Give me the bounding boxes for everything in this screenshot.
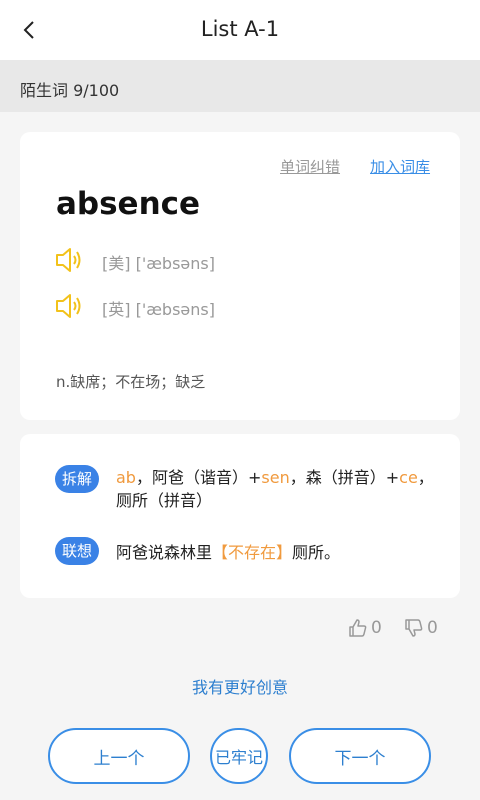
- thumbs-down-icon: [405, 619, 423, 637]
- association-story: 阿爸说森林里【不存在】厕所。: [116, 541, 436, 564]
- us-pronunciation-speaker-icon[interactable]: [54, 246, 84, 274]
- association-card: [20, 434, 460, 598]
- header-bar: List A-1: [0, 0, 480, 60]
- story-part: 厕所。: [292, 543, 341, 562]
- uk-pronunciation-speaker-icon[interactable]: [54, 292, 84, 320]
- dislike-count: 0: [427, 618, 438, 638]
- dislike-button[interactable]: 0: [404, 616, 438, 640]
- word-title: absence: [56, 186, 201, 222]
- story-part: 【不存在】: [212, 543, 293, 562]
- split-part: ce: [399, 468, 418, 487]
- split-badge: 拆解: [55, 465, 99, 493]
- split-part: sen: [261, 468, 290, 487]
- previous-button[interactable]: 上一个: [48, 728, 190, 784]
- us-phonetic: [美] ['æbsəns]: [102, 254, 215, 273]
- next-button[interactable]: 下一个: [289, 728, 431, 784]
- progress-bar: 陌生词 9/100: [0, 60, 480, 112]
- like-button[interactable]: 0: [348, 616, 382, 640]
- better-idea-link[interactable]: 我有更好创意: [0, 674, 480, 698]
- split-part: ，阿爸（谐音）+: [135, 468, 262, 487]
- association-badge: 联想: [55, 537, 99, 565]
- split-part: ，森（拼音）+: [289, 468, 400, 487]
- memorized-button[interactable]: 已牢记: [210, 728, 268, 784]
- add-to-wordbank-link[interactable]: 加入词库: [370, 156, 430, 177]
- split-part: ab: [116, 468, 136, 487]
- like-count: 0: [371, 618, 382, 638]
- word-correction-link[interactable]: 单词纠错: [280, 156, 340, 177]
- page-title: List A-1: [200, 17, 280, 41]
- word-meaning: n.缺席；不在场；缺乏: [56, 373, 206, 391]
- story-part: 阿爸说森林里: [116, 543, 213, 562]
- progress-label: 陌生词 9/100: [20, 81, 120, 100]
- uk-phonetic: [英] ['æbsəns]: [102, 300, 215, 319]
- thumbs-up-icon: [349, 619, 367, 637]
- split-explanation: ab，阿爸（谐音）+sen，森（拼音）+ce，厕所（拼音）: [116, 466, 436, 512]
